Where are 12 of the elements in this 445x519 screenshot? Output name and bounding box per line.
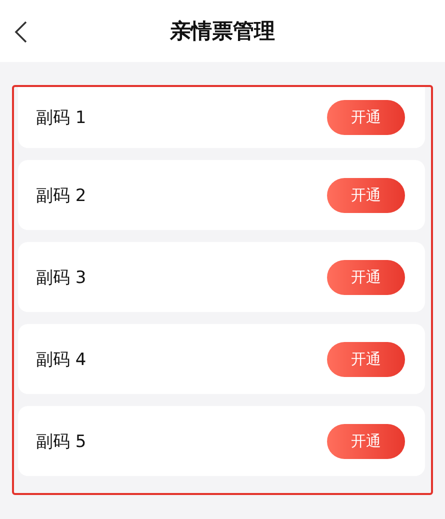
item-label: 副码 2 [36,184,86,206]
page-title: 亲情票管理 [170,18,275,45]
back-icon[interactable] [14,21,28,43]
item-label: 副码 4 [36,348,86,370]
activate-button[interactable]: 开通 [327,260,405,294]
activate-button[interactable]: 开通 [327,100,405,135]
item-label: 副码 3 [36,266,86,288]
activate-button[interactable]: 开通 [327,342,405,376]
item-label: 副码 1 [36,107,86,129]
activate-button[interactable]: 开通 [327,178,405,212]
activate-button[interactable]: 开通 [327,424,405,458]
item-label: 副码 5 [36,430,86,452]
